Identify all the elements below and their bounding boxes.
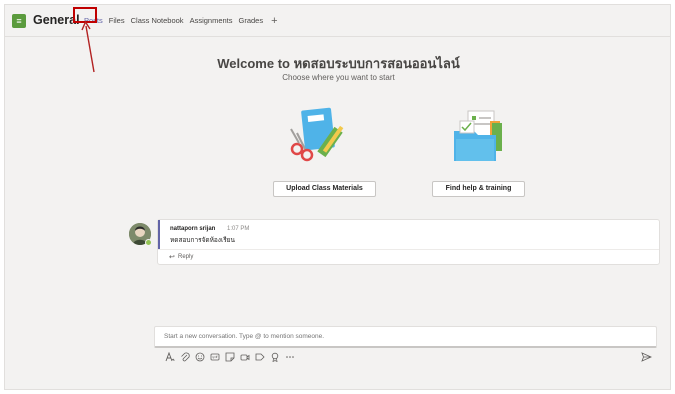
tab-assignments[interactable]: Assignments (190, 16, 233, 25)
add-tab-button[interactable]: + (271, 15, 277, 26)
tab-grades[interactable]: Grades (239, 16, 264, 25)
emoji-icon[interactable] (192, 352, 207, 364)
reply-arrow-icon: ↩ (169, 254, 175, 261)
post-message: nattaporn srijan 1:07 PM หดสอบการจัดห้อง… (158, 220, 659, 249)
stream-icon[interactable] (252, 352, 267, 364)
compose-box[interactable] (154, 326, 657, 348)
annotation-arrow-icon (81, 20, 95, 73)
class-materials-illustration (290, 107, 344, 162)
gif-icon[interactable] (207, 352, 222, 364)
reply-label: Reply (178, 254, 194, 260)
meet-now-icon[interactable] (237, 352, 252, 364)
channel-header: ≡ General Posts Files Class Notebook Ass… (5, 5, 670, 37)
format-icon[interactable] (162, 351, 177, 364)
more-options-icon[interactable] (282, 352, 297, 364)
post-timestamp: 1:07 PM (227, 226, 250, 232)
send-icon[interactable] (641, 352, 652, 365)
praise-icon[interactable] (267, 352, 282, 364)
attach-icon[interactable] (177, 352, 192, 364)
tab-class-notebook[interactable]: Class Notebook (131, 16, 184, 25)
new-conversation-input[interactable] (164, 333, 644, 340)
presence-available-icon (145, 239, 152, 246)
welcome-subtitle: Choose where you want to start (282, 73, 395, 82)
sticker-icon[interactable] (222, 352, 237, 364)
teams-window: ≡ General Posts Files Class Notebook Ass… (4, 4, 671, 390)
compose-toolbar (162, 351, 297, 364)
tab-files[interactable]: Files (109, 16, 125, 25)
post-author[interactable]: nattaporn srijan (170, 226, 215, 232)
post-card: nattaporn srijan 1:07 PM หดสอบการจัดห้อง… (157, 219, 660, 265)
help-training-illustration (454, 110, 502, 161)
welcome-title: Welcome to หดสอบระบบการสอนออนไลน์ (217, 56, 460, 71)
reply-button[interactable]: ↩ Reply (158, 249, 659, 264)
find-help-training-button[interactable]: Find help & training (432, 181, 525, 197)
team-icon[interactable]: ≡ (12, 14, 26, 28)
post-text: หดสอบการจัดห้องเรียน (170, 237, 235, 244)
channel-tabs: Posts Files Class Notebook Assignments G… (84, 15, 278, 26)
upload-class-materials-button[interactable]: Upload Class Materials (273, 181, 376, 197)
